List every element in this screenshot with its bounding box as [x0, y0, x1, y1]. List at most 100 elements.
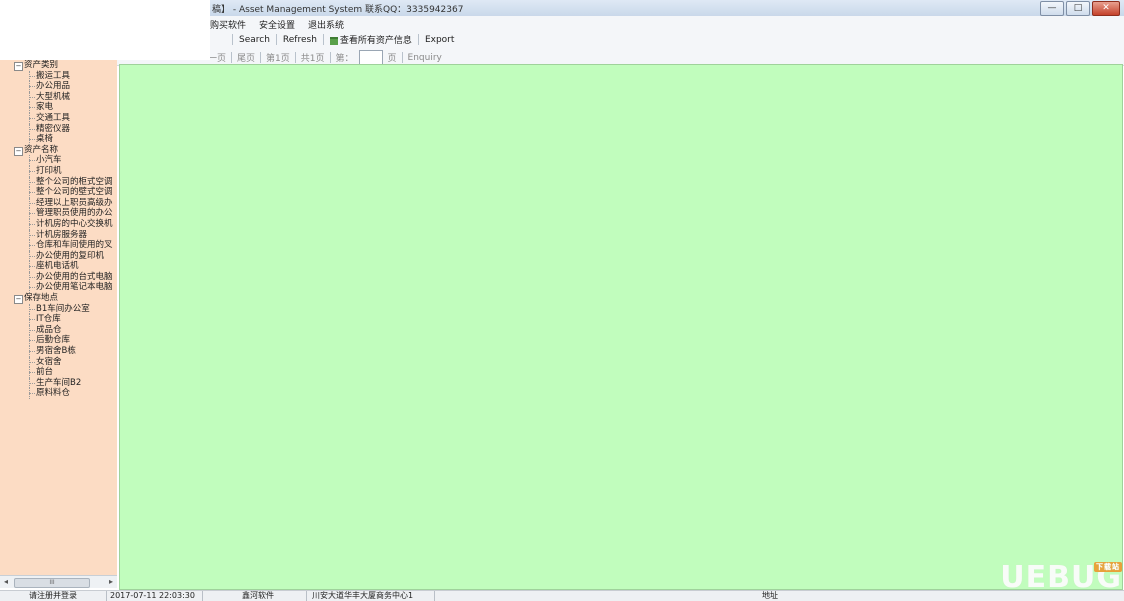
tree-item-label: 成品仓 [36, 324, 62, 335]
tree-connector [29, 308, 35, 310]
tree-item-label: IT仓库 [36, 314, 61, 325]
tree-connector [29, 202, 35, 204]
tree-item[interactable]: 家电 [0, 102, 117, 113]
close-button[interactable]: ✕ [1092, 1, 1120, 16]
tree-item-label: 交通工具 [36, 112, 71, 123]
pager-separator [260, 52, 262, 63]
tree-item-label: 小汽车 [36, 155, 62, 166]
watermark-badge: 下载站 [1094, 562, 1122, 572]
tree-connector [29, 255, 35, 257]
tree-item-label: 经理以上职员高级办 [36, 197, 113, 208]
tree-item[interactable]: 办公用品 [0, 81, 117, 92]
prev-page-button[interactable]: 一页 [208, 51, 226, 64]
tree-item[interactable]: 女宿舍 [0, 356, 117, 368]
tree-connector [29, 245, 35, 247]
pager-separator [401, 52, 403, 63]
tree-item[interactable]: 整个公司的柜式空调 [0, 176, 117, 188]
tree-connector [29, 223, 35, 225]
tree-item-label: 女宿舍 [36, 356, 62, 367]
tree-connector [29, 382, 35, 384]
tree-item[interactable]: 办公使用的复印机 [0, 250, 117, 262]
tree-item-label: 搬运工具 [36, 70, 71, 81]
tree-item[interactable]: IT仓库 [0, 314, 117, 325]
tree-item[interactable]: 前台 [0, 367, 117, 378]
tree-item-label: 大型机械 [36, 91, 71, 102]
refresh-button[interactable]: Refresh [283, 35, 317, 45]
export-button[interactable]: Export [425, 35, 454, 45]
tree-item[interactable]: 座机电话机 [0, 261, 117, 272]
enquiry-button[interactable]: Enquiry [408, 53, 442, 63]
scroll-thumb[interactable]: III [14, 578, 90, 588]
tree-item[interactable]: 搬运工具 [0, 70, 117, 82]
tree-item-label: 生产车间B2 [36, 377, 82, 388]
watermark-logo: UEBUG 下载站 [1000, 560, 1122, 595]
tree-item-label: 男宿舍B栋 [36, 346, 76, 357]
toolbar-separator [322, 34, 324, 45]
tree-group[interactable]: − 资产类别 [0, 60, 117, 71]
tree-item-label: B1车间办公室 [36, 303, 90, 314]
scroll-right-arrow[interactable]: ▸ [105, 576, 117, 588]
tree-connector [29, 213, 35, 215]
tree-item[interactable]: 计机房服务器 [0, 229, 117, 241]
tree-item[interactable]: 精密仪器 [0, 123, 117, 135]
tree-item-label: 原料料仓 [36, 388, 71, 399]
tree-item[interactable]: 生产车间B2 [0, 377, 117, 389]
tree-item[interactable]: 办公使用笔记本电脑 [0, 282, 117, 294]
tree-group[interactable]: − 资产名称 [0, 145, 117, 156]
menu-item-security-settings[interactable]: 安全设置 [259, 18, 295, 31]
tree-connector [29, 340, 35, 342]
tree-group[interactable]: − 保存地点 [0, 293, 117, 305]
tree-connector [29, 96, 35, 98]
tree-item[interactable]: 后勤仓库 [0, 335, 117, 347]
maximize-button[interactable]: □ [1066, 1, 1090, 16]
tree-group-label: 资产名称 [24, 144, 59, 155]
tree-item-label: 计机房的中心交换机 [36, 218, 113, 229]
main-data-pane[interactable] [119, 64, 1123, 590]
status-bar: 请注册并登录 2017-07-11 22:03:30 鑫河软件 川安大道华丰大厦… [0, 590, 1124, 601]
tree-item-label: 计机房服务器 [36, 229, 88, 240]
tree-item[interactable]: 小汽车 [0, 155, 117, 166]
tree-item-label: 办公使用笔记本电脑 [36, 282, 113, 293]
tree-item-label: 整个公司的壁式空调 [36, 187, 113, 198]
tree-connector [29, 86, 35, 88]
tree-item[interactable]: 整个公司的壁式空调 [0, 187, 117, 198]
search-button[interactable]: Search [239, 35, 270, 45]
view-all-assets-button[interactable]: 查看所有资产信息 [329, 33, 412, 46]
minimize-button[interactable]: — [1040, 1, 1064, 16]
menu-item-buy-software[interactable]: 购买软件 [210, 18, 246, 31]
tree-connector [29, 128, 35, 130]
sidebar-horizontal-scrollbar[interactable]: ◂ III ▸ [0, 575, 117, 588]
window-controls: — □ ✕ [1040, 1, 1120, 16]
tree-connector [29, 139, 35, 141]
tree-item[interactable]: 管理职员使用的办公 [0, 208, 117, 219]
tree-item-label: 精密仪器 [36, 123, 71, 134]
scroll-left-arrow[interactable]: ◂ [0, 576, 12, 588]
last-page-button[interactable]: 尾页 [237, 51, 255, 64]
tree-item[interactable]: B1车间办公室 [0, 303, 117, 315]
tree-item[interactable]: 原料料仓 [0, 388, 117, 399]
tree-connector [29, 266, 35, 268]
window-title: 稿】 - Asset Management System 联系QQ：333594… [212, 5, 464, 15]
folder-icon [329, 36, 338, 45]
tree-item[interactable]: 大型机械 [0, 91, 117, 103]
tree-item[interactable]: 经理以上职员高级办 [0, 197, 117, 209]
tree-item[interactable]: 打印机 [0, 165, 117, 177]
tree-connector [29, 393, 35, 395]
tree-item-label: 前台 [36, 367, 54, 378]
goto-page-input[interactable] [358, 50, 383, 65]
tree-view: − 资产类别 搬运工具 办公用品 大型机械 家电 交通工具 精密仪器 桌椅 − 资产名称 小汽车 打印机… [0, 60, 117, 399]
tree-item[interactable]: 交通工具 [0, 112, 117, 124]
tree-item-label: 办公使用的复印机 [36, 250, 105, 261]
tree-item[interactable]: 成品仓 [0, 324, 117, 336]
tree-item-label: 后勤仓库 [36, 335, 71, 346]
tree-item-label: 家电 [36, 102, 54, 113]
menu-item-exit-system[interactable]: 退出系统 [308, 18, 344, 31]
tree-item[interactable]: 办公使用的台式电脑 [0, 271, 117, 283]
tree-item[interactable]: 桌椅 [0, 134, 117, 145]
toolbar-separator [417, 34, 419, 45]
goto-page-suffix: 页 [387, 54, 397, 64]
tree-item[interactable]: 计机房的中心交换机 [0, 218, 117, 230]
tree-item[interactable]: 仓库和车间使用的叉 [0, 240, 117, 251]
tree-item[interactable]: 男宿舍B栋 [0, 346, 117, 357]
tree-connector [29, 117, 35, 119]
